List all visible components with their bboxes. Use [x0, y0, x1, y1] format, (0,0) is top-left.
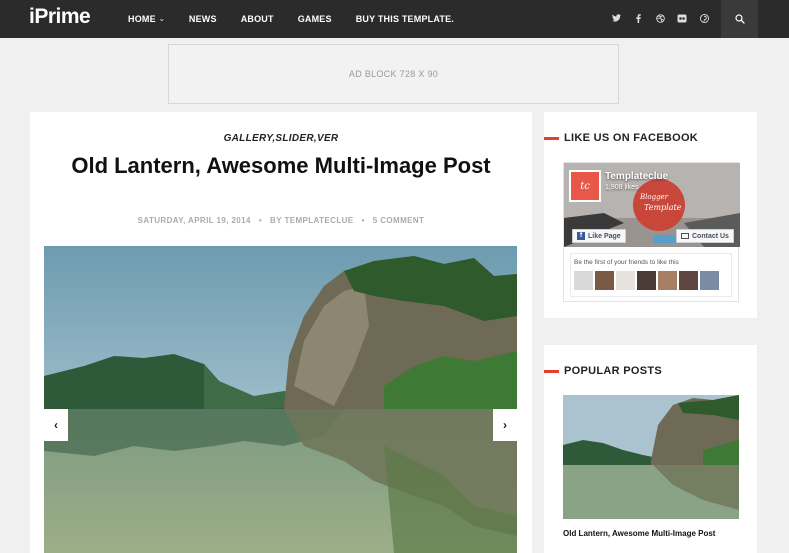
avatar[interactable]: [679, 271, 698, 290]
facebook-page-likes: 1,908 likes: [605, 184, 639, 191]
cover-text-blogger: Blogger: [640, 193, 669, 201]
avatar[interactable]: [637, 271, 656, 290]
nav-item-games[interactable]: GAMES: [298, 14, 332, 24]
chevron-right-icon: ›: [503, 418, 507, 432]
like-page-label: Like Page: [588, 232, 621, 240]
social-links: [605, 0, 715, 38]
site-logo[interactable]: iPrime: [29, 5, 91, 29]
ad-block-label: AD BLOCK 728 X 90: [348, 69, 439, 79]
post-categories[interactable]: GALLERY,SLIDER,VER: [30, 133, 532, 144]
nav-item-news[interactable]: NEWS: [189, 14, 217, 24]
nav-item-label: HOME: [128, 14, 156, 24]
facebook-widget: LIKE US ON FACEBOOK tc Templateclue 1,90…: [544, 112, 757, 318]
slider-prev-button[interactable]: ‹: [44, 409, 68, 441]
post-card: GALLERY,SLIDER,VER Old Lantern, Awesome …: [30, 112, 532, 553]
popular-post-thumbnail[interactable]: [563, 395, 739, 519]
main-nav: HOME ⌄ NEWS ABOUT GAMES BUY THIS TEMPLAT…: [128, 0, 478, 38]
facebook-faces: [574, 271, 721, 290]
pinterest-icon[interactable]: [693, 13, 715, 25]
slide-image-lake-cliffs: [44, 246, 517, 553]
facebook-page-plugin: tc Templateclue 1,908 likes Blogger Temp…: [563, 162, 740, 302]
chevron-left-icon: ‹: [54, 418, 58, 432]
facebook-like-page-button[interactable]: f Like Page: [572, 229, 626, 243]
post-comments-link[interactable]: 5 COMMENT: [373, 216, 425, 225]
top-navigation-bar: iPrime HOME ⌄ NEWS ABOUT GAMES BUY THIS …: [0, 0, 789, 38]
post-meta: SATURDAY, APRIL 19, 2014 • BY TEMPLATECLUE…: [137, 216, 425, 225]
nav-item-label: BUY THIS TEMPLATE.: [355, 14, 454, 24]
search-button[interactable]: [721, 0, 758, 38]
nav-item-about[interactable]: ABOUT: [241, 14, 274, 24]
facebook-page-logo: tc: [569, 170, 601, 202]
facebook-contact-button[interactable]: Contact Us: [676, 229, 734, 243]
facebook-page-name[interactable]: Templateclue: [605, 171, 668, 182]
avatar[interactable]: [616, 271, 635, 290]
nav-item-label: NEWS: [188, 14, 217, 24]
cover-text-template: Template: [644, 203, 682, 212]
popular-post-title[interactable]: Old Lantern, Awesome Multi-Image Post: [563, 529, 715, 538]
contact-us-label: Contact Us: [692, 232, 729, 240]
widget-title-text: POPULAR POSTS: [564, 365, 663, 377]
image-slider[interactable]: ‹ ›: [44, 246, 517, 553]
nav-item-buy-template[interactable]: BUY THIS TEMPLATE.: [356, 14, 454, 24]
nav-item-home[interactable]: HOME ⌄: [128, 14, 165, 24]
facebook-f-icon: f: [577, 232, 585, 240]
chevron-down-icon: ⌄: [158, 16, 165, 23]
avatar[interactable]: [700, 271, 719, 290]
widget-title: LIKE US ON FACEBOOK: [544, 132, 698, 144]
facebook-icon[interactable]: [627, 13, 649, 25]
search-icon: [734, 14, 745, 24]
flickr-icon[interactable]: [671, 14, 693, 25]
post-title[interactable]: Old Lantern, Awesome Multi-Image Post: [50, 152, 512, 180]
title-accent-bar: [544, 369, 559, 373]
slider-next-button[interactable]: ›: [493, 409, 517, 441]
facebook-friends-box: Be the first of your friends to like thi…: [570, 253, 732, 297]
popular-post-image: [563, 395, 739, 519]
nav-item-label: ABOUT: [240, 14, 274, 24]
post-author[interactable]: BY TEMPLATECLUE: [270, 216, 353, 225]
popular-posts-widget: POPULAR POSTS Old Lantern, Awesome Multi…: [544, 345, 757, 553]
envelope-icon: [681, 233, 689, 239]
facebook-friends-text: Be the first of your friends to like thi…: [574, 259, 679, 266]
avatar[interactable]: [658, 271, 677, 290]
nav-item-label: GAMES: [297, 14, 332, 24]
widget-title-text: LIKE US ON FACEBOOK: [564, 132, 699, 144]
twitter-icon[interactable]: [605, 14, 627, 24]
ad-block[interactable]: AD BLOCK 728 X 90: [168, 44, 619, 104]
avatar[interactable]: [574, 271, 593, 290]
dribbble-icon[interactable]: [649, 13, 671, 25]
facebook-cover[interactable]: tc Templateclue 1,908 likes Blogger Temp…: [564, 163, 740, 247]
widget-title: POPULAR POSTS: [544, 365, 662, 377]
title-accent-bar: [544, 136, 559, 140]
avatar[interactable]: [595, 271, 614, 290]
post-date: SATURDAY, APRIL 19, 2014: [137, 216, 251, 225]
